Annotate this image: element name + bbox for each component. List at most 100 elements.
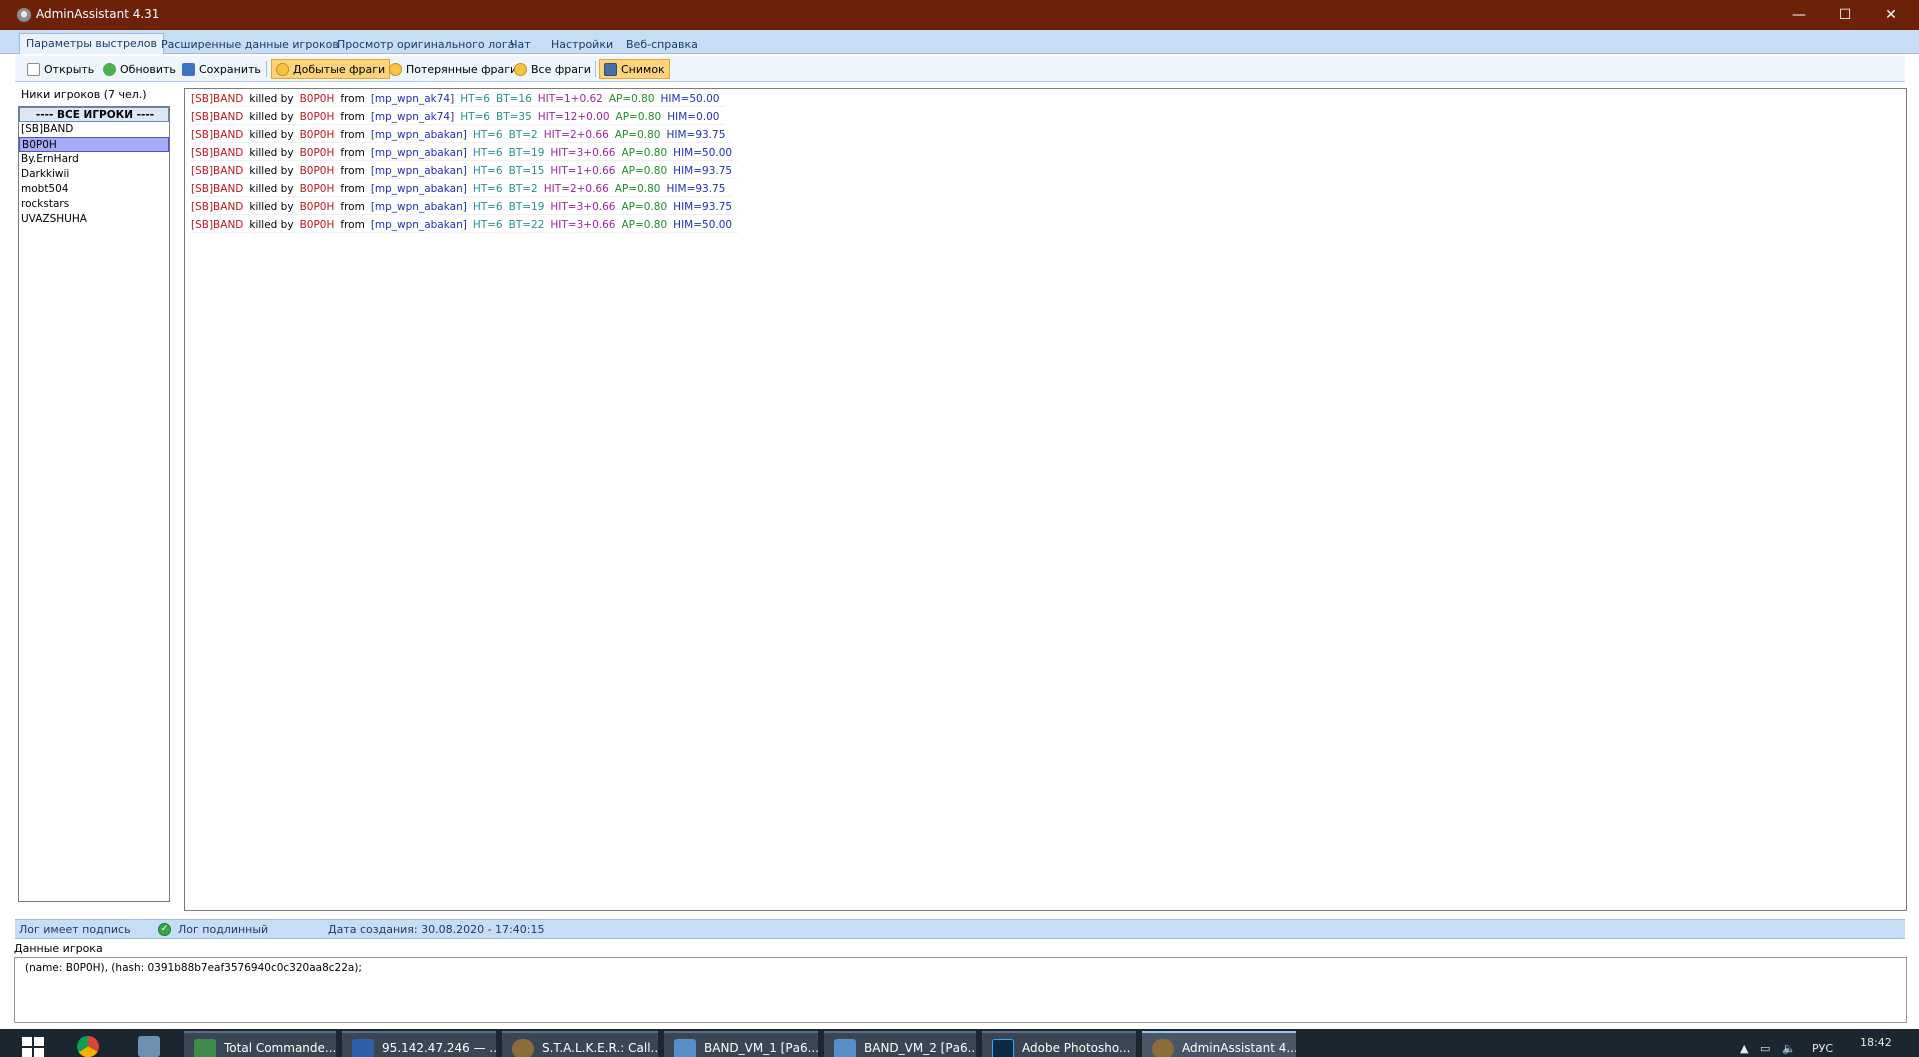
gained-frags-button[interactable]: Добытые фраги: [271, 59, 391, 79]
ap-value: AP=0.80: [621, 201, 668, 213]
gained-frags-label: Добытые фраги: [293, 62, 386, 76]
bt-value: BT=2: [508, 129, 538, 141]
tab-shot-params[interactable]: Параметры выстрелов: [19, 33, 164, 54]
ap-value: AP=0.80: [614, 129, 661, 141]
title-bar: AdminAssistant 4.31 — ☐ ✕: [0, 0, 1919, 30]
pinned-app-icon[interactable]: [138, 1036, 160, 1057]
tab-original-log[interactable]: Просмотр оригинального лога: [331, 35, 520, 54]
taskbar-item-active[interactable]: AdminAssistant 4....: [1142, 1031, 1296, 1057]
bt-value: BT=35: [495, 111, 532, 123]
player-item[interactable]: UVAZSHUHA: [19, 212, 169, 227]
log-row[interactable]: [SB]BAND killed by B0P0H from [mp_wpn_ak74] H…: [191, 91, 726, 107]
maximize-button[interactable]: ☐: [1822, 0, 1868, 30]
him-value: HIM=93.75: [666, 129, 726, 141]
open-label: Открыть: [44, 62, 95, 76]
killer-name: B0P0H: [299, 129, 335, 141]
him-value: HIM=93.75: [666, 183, 726, 195]
check-icon: ✓: [158, 923, 171, 936]
log-row[interactable]: [SB]BAND killed by B0P0H from [mp_wpn_abakan…: [191, 199, 739, 215]
status-bar: Лог имеет подпись ✓ Лог подлинный Дата с…: [15, 919, 1905, 939]
victim-name: [SB]BAND: [191, 111, 244, 123]
players-list[interactable]: ---- ВСЕ ИГРОКИ ---- [SB]BAND B0P0H By.E…: [18, 106, 170, 902]
chrome-icon[interactable]: [77, 1036, 99, 1057]
hit-value: HIT=3+0.66: [550, 219, 616, 231]
killer-name: B0P0H: [299, 219, 335, 231]
minimize-button[interactable]: —: [1776, 0, 1822, 30]
player-item[interactable]: Darkkiwii: [19, 167, 169, 182]
tab-bar: Параметры выстрелов Расширенные данные и…: [0, 30, 1919, 54]
weapon-name: [mp_wpn_abakan]: [370, 183, 467, 195]
taskbar-item[interactable]: Total Commande...: [184, 1031, 336, 1057]
player-item[interactable]: [SB]BAND: [19, 122, 169, 137]
open-button[interactable]: Открыть: [23, 59, 98, 79]
bt-value: BT=15: [508, 165, 545, 177]
ap-value: AP=0.80: [615, 111, 662, 123]
save-button[interactable]: Сохранить: [178, 59, 265, 79]
killer-name: B0P0H: [299, 183, 335, 195]
log-row[interactable]: [SB]BAND killed by B0P0H from [mp_wpn_abakan…: [191, 163, 739, 179]
ht-value: HT=6: [472, 201, 503, 213]
log-row[interactable]: [SB]BAND killed by B0P0H from [mp_wpn_abakan…: [191, 217, 739, 233]
killed-by-text: killed by: [249, 219, 294, 231]
killed-by-text: killed by: [249, 129, 294, 141]
windows-start-icon[interactable]: [22, 1037, 44, 1057]
from-text: from: [340, 111, 365, 123]
killed-by-text: killed by: [249, 183, 294, 195]
taskbar-item[interactable]: S.T.A.L.K.E.R.: Call...: [502, 1031, 658, 1057]
player-item[interactable]: By.ErnHard: [19, 152, 169, 167]
snapshot-button[interactable]: Снимок: [599, 59, 670, 79]
language-indicator[interactable]: РУС: [1812, 1042, 1833, 1055]
tab-extended-player-data[interactable]: Расширенные данные игроков: [155, 35, 345, 54]
player-data-box[interactable]: (name: B0P0H), (hash: 0391b88b7eaf357694…: [14, 957, 1907, 1023]
tray-chevron-icon[interactable]: ▲: [1740, 1042, 1748, 1055]
tab-chat[interactable]: Чат: [504, 35, 537, 54]
sad-face-icon: [389, 62, 402, 76]
him-value: HIM=50.00: [660, 93, 720, 105]
toolbar: Открыть Обновить Сохранить Добытые фраги…: [15, 56, 1905, 82]
him-value: HIM=93.75: [673, 165, 733, 177]
from-text: from: [340, 183, 365, 195]
all-frags-button[interactable]: Все фраги: [510, 59, 595, 79]
weapon-name: [mp_wpn_abakan]: [370, 219, 467, 231]
log-row[interactable]: [SB]BAND killed by B0P0H from [mp_wpn_abakan…: [191, 127, 732, 143]
close-button[interactable]: ✕: [1868, 0, 1914, 30]
taskbar-item[interactable]: BAND_VM_1 [Ра6...: [664, 1031, 818, 1057]
killer-name: B0P0H: [299, 93, 335, 105]
volume-icon[interactable]: 🔈: [1782, 1042, 1796, 1055]
from-text: from: [340, 165, 365, 177]
kill-log-pane[interactable]: [SB]BAND killed by B0P0H from [mp_wpn_ak74] H…: [184, 88, 1907, 911]
app-icon: [17, 8, 31, 22]
all-players-item[interactable]: ---- ВСЕ ИГРОКИ ----: [19, 107, 169, 122]
log-row[interactable]: [SB]BAND killed by B0P0H from [mp_wpn_abakan…: [191, 181, 732, 197]
virtual-machine-icon: [674, 1039, 696, 1057]
refresh-label: Обновить: [120, 62, 176, 76]
taskbar-item[interactable]: Adobe Photosho...: [982, 1031, 1136, 1057]
victim-name: [SB]BAND: [191, 219, 244, 231]
hit-value: HIT=3+0.66: [550, 201, 616, 213]
taskbar-item[interactable]: 95.142.47.246 — ...: [342, 1031, 496, 1057]
ht-value: HT=6: [472, 219, 503, 231]
lost-frags-button[interactable]: Потерянные фраги: [385, 59, 521, 79]
ap-value: AP=0.80: [621, 147, 668, 159]
refresh-button[interactable]: Обновить: [99, 59, 180, 79]
tab-web-help[interactable]: Веб-справка: [620, 35, 704, 54]
camera-icon: [604, 62, 617, 76]
killed-by-text: killed by: [249, 147, 294, 159]
from-text: from: [340, 201, 365, 213]
player-item-selected[interactable]: B0P0H: [19, 137, 169, 152]
log-row[interactable]: [SB]BAND killed by B0P0H from [mp_wpn_abakan…: [191, 145, 739, 161]
taskbar-item[interactable]: BAND_VM_2 [Ра6...: [824, 1031, 976, 1057]
ap-value: AP=0.80: [614, 183, 661, 195]
toolbar-separator: [266, 61, 267, 77]
bt-value: BT=19: [508, 147, 545, 159]
log-row[interactable]: [SB]BAND killed by B0P0H from [mp_wpn_ak74] H…: [191, 109, 726, 125]
clock[interactable]: 18:42: [1860, 1036, 1892, 1049]
tab-settings[interactable]: Настройки: [545, 35, 619, 54]
hit-value: HIT=12+0.00: [537, 111, 610, 123]
killer-name: B0P0H: [299, 147, 335, 159]
from-text: from: [340, 219, 365, 231]
weapon-name: [mp_wpn_abakan]: [370, 201, 467, 213]
player-item[interactable]: rockstars: [19, 197, 169, 212]
player-item[interactable]: mobt504: [19, 182, 169, 197]
network-icon[interactable]: ▭: [1760, 1042, 1770, 1055]
